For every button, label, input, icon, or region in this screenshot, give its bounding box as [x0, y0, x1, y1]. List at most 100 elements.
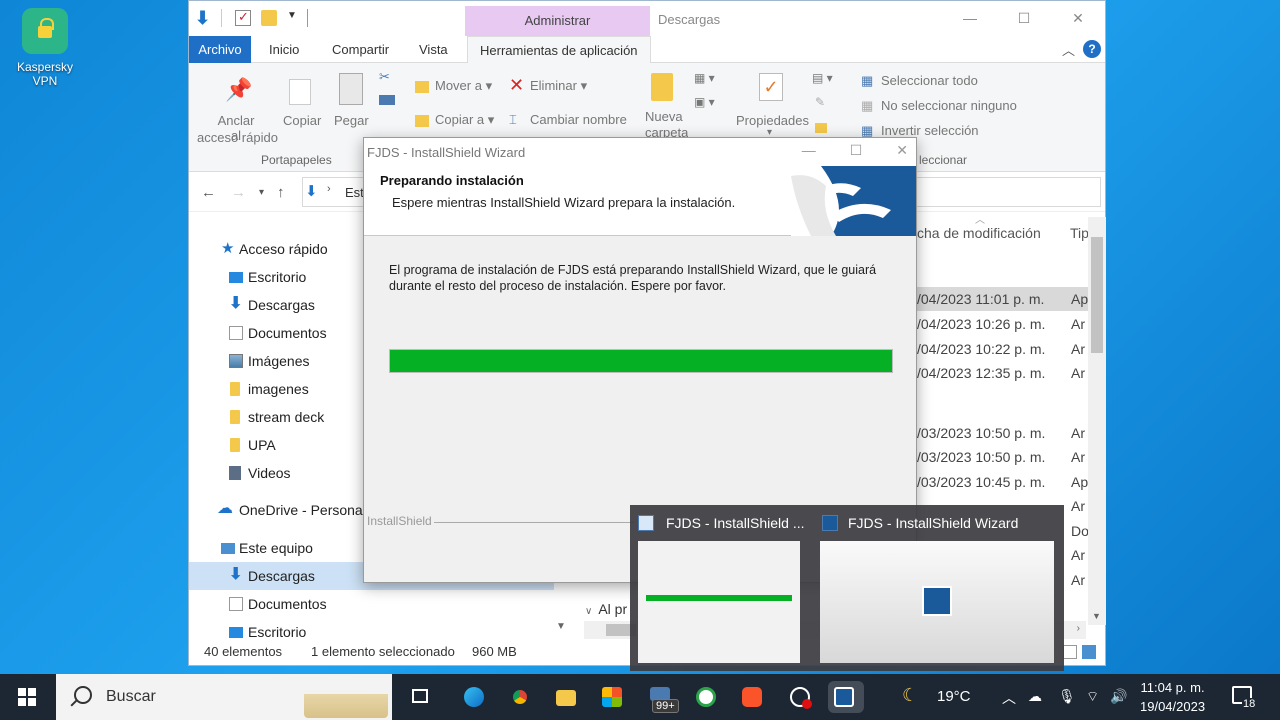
nav-label: stream deck — [248, 409, 325, 425]
close-button[interactable]: ✕ — [1051, 1, 1105, 36]
quick-access-toolbar: ⬇ ▼ — [195, 9, 309, 27]
kaspersky-vpn-shortcut[interactable]: Kaspersky VPN — [8, 8, 82, 88]
select-all-button[interactable]: Seleccionar todo — [881, 73, 978, 88]
mail-button[interactable]: 99+ — [644, 681, 679, 713]
nav-item-pc-documents[interactable]: Documentos — [189, 590, 554, 618]
tab-application-tools[interactable]: Herramientas de aplicación — [467, 36, 651, 63]
address-path: Est — [345, 185, 364, 200]
table-row[interactable]: /04/2023 10:22 p. m. Ar — [917, 337, 1089, 361]
column-type[interactable]: Tip — [1070, 225, 1089, 241]
delete-button[interactable]: Eliminar ▾ — [530, 78, 587, 94]
invert-selection-button[interactable]: Invertir selección — [881, 123, 979, 138]
move-to-button[interactable]: Mover a ▾ — [435, 78, 492, 94]
folder-icon — [230, 438, 240, 452]
tray-overflow-icon[interactable]: ︿ — [1002, 688, 1016, 708]
table-row[interactable]: /04/2023 10:26 p. m. Ar — [917, 312, 1089, 336]
large-icons-view-icon[interactable] — [1082, 645, 1096, 659]
file-date: /04/2023 10:22 p. m. — [917, 341, 1046, 357]
new-item-icon[interactable]: ▦ ▾ — [694, 71, 715, 85]
brave-button[interactable] — [736, 681, 768, 713]
nav-scroll-down-icon[interactable]: ▼ — [556, 621, 566, 632]
copy-icon — [289, 79, 311, 105]
file-date: /04/2023 11:01 p. m. — [917, 291, 1045, 307]
tab-view[interactable]: Vista — [407, 36, 460, 63]
vertical-scroll-thumb[interactable] — [1091, 237, 1103, 353]
onedrive-tray-icon[interactable]: ☁ — [1028, 688, 1042, 705]
weather-temperature[interactable]: 19°C — [937, 688, 971, 705]
details-view-icon[interactable] — [1063, 645, 1077, 659]
new-folder-icon[interactable] — [261, 10, 277, 26]
collapse-ribbon-icon[interactable]: ︿ — [1062, 40, 1075, 59]
easy-access-icon[interactable]: ▣ ▾ — [694, 95, 715, 109]
file-explorer-taskbar-button[interactable] — [550, 681, 582, 713]
thumbnail-window-1[interactable]: FJDS - InstallShield ... — [630, 505, 840, 671]
scroll-right-icon[interactable]: › — [1077, 623, 1080, 634]
task-view-button[interactable] — [404, 681, 436, 713]
tab-file[interactable]: Archivo — [189, 36, 251, 63]
cut-icon[interactable]: ✂ — [379, 69, 390, 85]
quick-assist-button[interactable] — [690, 681, 722, 713]
forward-button[interactable]: → — [231, 184, 246, 201]
search-highlight-image[interactable] — [304, 678, 388, 718]
ribbon-tabs: Archivo Inicio Compartir Vista Herramien… — [189, 36, 1105, 63]
scroll-down-icon[interactable]: ▼ — [1092, 611, 1101, 621]
minimize-button[interactable]: — — [943, 1, 997, 36]
column-date-modified[interactable]: cha de modificación — [917, 225, 1041, 241]
thumbnail-window-2[interactable]: FJDS - InstallShield Wizard — [812, 505, 1064, 671]
group-collapse-icon[interactable]: ∨ — [585, 606, 592, 617]
table-row[interactable]: /04/2023 11:01 p. m. Ap — [917, 287, 1089, 311]
windows-start-button[interactable] — [18, 688, 36, 706]
weather-moon-icon[interactable]: ☾ — [902, 685, 918, 706]
recent-locations-icon[interactable]: ▾ — [259, 187, 264, 198]
installshield-window-icon — [638, 515, 654, 531]
edge-button[interactable] — [458, 681, 490, 713]
taskbar-search-box[interactable]: Buscar — [56, 674, 392, 720]
store-button[interactable] — [596, 681, 628, 713]
dialog-maximize-button[interactable]: ☐ — [850, 142, 863, 159]
maximize-button[interactable]: ☐ — [997, 1, 1051, 36]
table-row[interactable]: /03/2023 10:45 p. m. Ap — [917, 470, 1089, 494]
installshield-taskbar-button[interactable] — [828, 681, 864, 713]
table-row[interactable]: /04/2023 12:35 p. m. Ar — [917, 361, 1089, 385]
vertical-scrollbar[interactable]: ▼ — [1088, 217, 1106, 625]
download-icon: ⬇ — [229, 295, 243, 312]
copy-to-button[interactable]: Copiar a ▾ — [435, 112, 494, 128]
tab-home[interactable]: Inicio — [257, 36, 311, 63]
context-tab-manage[interactable]: Administrar — [465, 6, 650, 36]
thumbnail-preview-1[interactable] — [638, 541, 800, 663]
tab-share[interactable]: Compartir — [320, 36, 401, 63]
status-selection: 1 elemento seleccionado — [311, 644, 455, 659]
rename-button[interactable]: Cambiar nombre — [530, 112, 627, 127]
record-dot-icon — [802, 699, 812, 709]
paste-button[interactable]: Pegar — [334, 113, 369, 128]
history-icon[interactable] — [815, 123, 827, 133]
volume-icon[interactable]: 🔊 — [1110, 688, 1127, 705]
recorder-button[interactable] — [784, 681, 816, 713]
open-icon[interactable]: ▤ ▾ — [812, 71, 833, 85]
group-header[interactable]: ∨ Al pr — [585, 601, 627, 617]
qat-dropdown-icon[interactable]: ▼ — [287, 10, 297, 26]
dialog-close-button[interactable]: ✕ — [896, 142, 908, 159]
copy-button[interactable]: Copiar — [283, 113, 321, 128]
dialog-titlebar: FJDS - InstallShield Wizard — ☐ ✕ — [364, 138, 916, 166]
system-clock[interactable]: 11:04 p. m. 19/04/2023 — [1140, 678, 1205, 716]
new-folder-button[interactable]: Nueva — [645, 109, 683, 124]
help-icon[interactable]: ? — [1083, 40, 1101, 58]
properties-button[interactable]: Propiedades — [736, 113, 809, 128]
microphone-icon[interactable]: 🎙 — [1058, 688, 1076, 705]
chrome-button[interactable] — [504, 681, 536, 713]
up-button[interactable]: ↑ — [277, 184, 285, 201]
properties-check-icon[interactable] — [235, 9, 251, 26]
file-date: /03/2023 10:50 p. m. — [917, 449, 1046, 465]
wifi-icon[interactable]: ⌔ — [1086, 688, 1099, 706]
nav-label: Acceso rápido — [239, 241, 328, 257]
dialog-minimize-button[interactable]: — — [802, 142, 816, 159]
copy-path-icon[interactable] — [379, 95, 395, 105]
thumbnail-preview-2[interactable] — [820, 541, 1054, 663]
edit-icon[interactable]: ✎ — [815, 95, 825, 109]
table-row[interactable]: /03/2023 10:50 p. m. Ar — [917, 421, 1089, 445]
select-none-button[interactable]: No seleccionar ninguno — [881, 98, 1017, 113]
download-arrow-icon[interactable]: ⬇ — [195, 9, 211, 27]
table-row[interactable]: /03/2023 10:50 p. m. Ar — [917, 445, 1089, 469]
back-button[interactable]: ← — [201, 184, 216, 201]
